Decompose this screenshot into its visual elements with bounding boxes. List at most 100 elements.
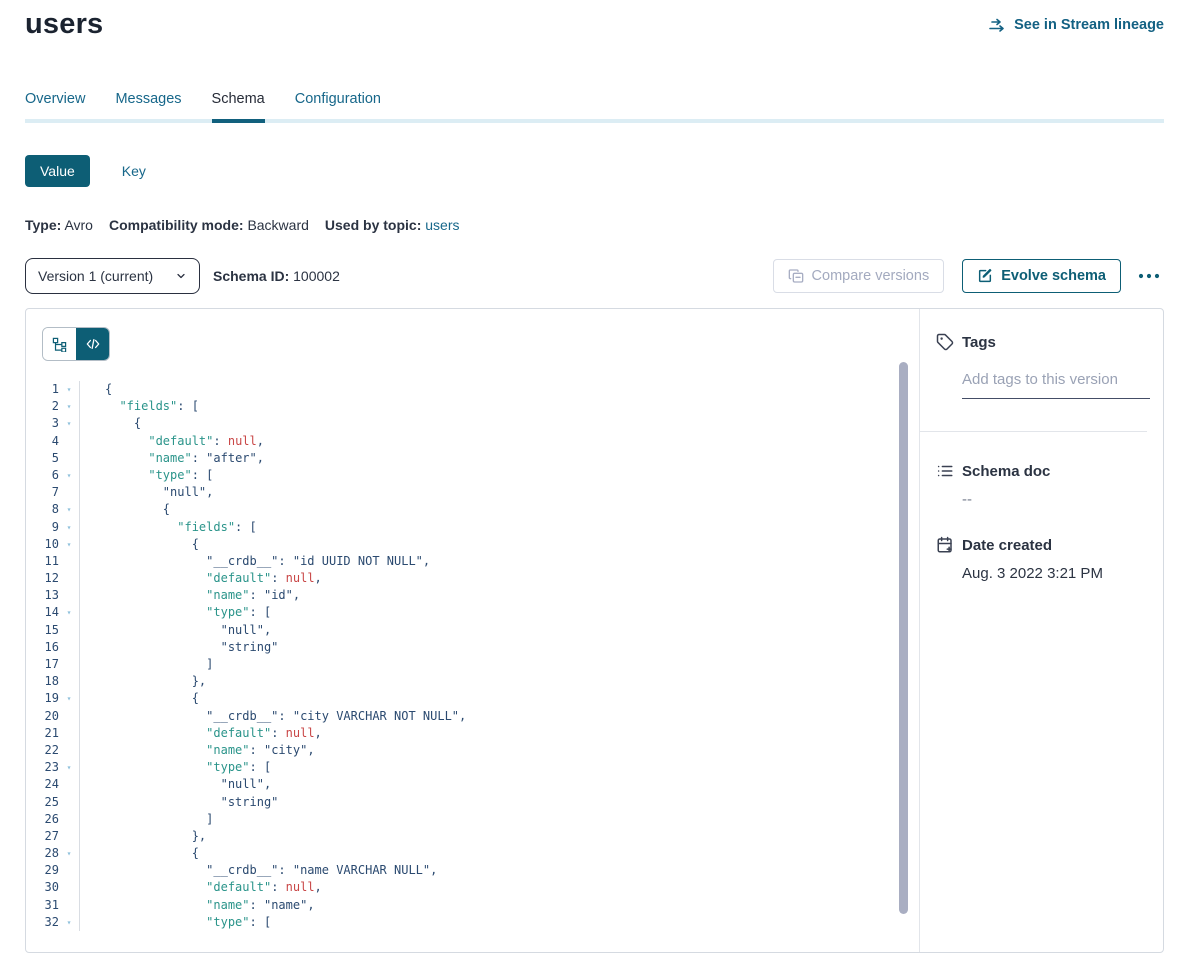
fold-toggle-icon[interactable]: ▾ [59,501,79,518]
tab-overview[interactable]: Overview [25,85,85,119]
tags-heading-row: Tags [936,333,1147,351]
fold-spacer [59,433,79,450]
code-line: 2▾ "fields": [ [26,398,919,415]
code-text: ] [80,811,213,828]
more-options-button[interactable] [1134,269,1164,283]
code-text: "string" [80,794,278,811]
tab-schema[interactable]: Schema [212,85,265,119]
code-text: "null", [80,776,271,793]
code-line: 24 "null", [26,776,919,793]
fold-toggle-icon[interactable]: ▾ [59,690,79,707]
fold-toggle-icon[interactable]: ▾ [59,415,79,432]
schema-doc-heading-row: Schema doc [936,462,1147,480]
value-key-segmented: Value Key [25,155,1164,187]
code-line: 10▾ { [26,536,919,553]
line-number: 7 [26,484,59,501]
fold-toggle-icon[interactable]: ▾ [59,467,79,484]
line-number: 16 [26,639,59,656]
code-text: { [80,501,170,518]
code-line: 9▾ "fields": [ [26,519,919,536]
line-number: 27 [26,828,59,845]
fold-toggle-icon[interactable]: ▾ [59,398,79,415]
line-number: 28 [26,845,59,862]
fold-spacer [59,587,79,604]
fold-toggle-icon[interactable]: ▾ [59,381,79,398]
fold-toggle-icon[interactable]: ▾ [59,845,79,862]
code-line: 20 "__crdb__": "city VARCHAR NOT NULL", [26,708,919,725]
schema-id: Schema ID: 100002 [213,268,340,284]
tags-input[interactable] [962,371,1150,399]
fold-toggle-icon[interactable]: ▾ [59,519,79,536]
fold-spacer [59,484,79,501]
line-number: 29 [26,862,59,879]
editor-scrollbar-thumb[interactable] [899,362,908,914]
code-text: "name": "name", [80,897,315,914]
tag-icon [936,333,954,351]
code-line: 31 "name": "name", [26,897,919,914]
compatibility-mode: Compatibility mode: Backward [109,217,309,233]
fold-toggle-icon[interactable]: ▾ [59,536,79,553]
line-number: 15 [26,622,59,639]
code-lines: 1▾{2▾ "fields": [3▾ {4 "default": null,5… [26,381,919,931]
code-line: 22 "name": "city", [26,742,919,759]
code-line: 14▾ "type": [ [26,604,919,621]
code-text: "default": null, [80,433,264,450]
line-number: 31 [26,897,59,914]
line-number: 5 [26,450,59,467]
line-number: 22 [26,742,59,759]
editor-view-toggle [42,327,110,361]
stream-lineage-icon [989,17,1007,33]
code-text: "name": "id", [80,587,300,604]
code-line: 1▾{ [26,381,919,398]
tab-messages[interactable]: Messages [115,85,181,119]
fold-toggle-icon[interactable]: ▾ [59,914,79,931]
tree-view-button[interactable] [43,328,76,360]
fold-toggle-icon[interactable]: ▾ [59,604,79,621]
code-text: }, [80,673,206,690]
code-text: "__crdb__": "city VARCHAR NOT NULL", [80,708,466,725]
compare-versions-button[interactable]: Compare versions [773,259,945,293]
fold-spacer [59,450,79,467]
line-number: 8 [26,501,59,518]
line-number: 6 [26,467,59,484]
code-line: 4 "default": null, [26,433,919,450]
line-number: 14 [26,604,59,621]
code-line: 16 "string" [26,639,919,656]
fold-spacer [59,725,79,742]
evolve-schema-button[interactable]: Evolve schema [962,259,1121,293]
stream-lineage-link[interactable]: See in Stream lineage [989,17,1164,33]
code-line: 7 "null", [26,484,919,501]
code-text: "name": "city", [80,742,315,759]
code-text: { [80,690,199,707]
tags-section: Tags [936,333,1147,399]
code-view-button[interactable] [76,328,109,360]
line-number: 24 [26,776,59,793]
key-tab-button[interactable]: Key [116,162,152,180]
topic-link[interactable]: users [425,217,459,233]
edit-icon [977,268,993,284]
used-by-topic: Used by topic: users [325,217,460,233]
code-text: "type": [ [80,604,271,621]
line-number: 9 [26,519,59,536]
tags-heading: Tags [962,334,996,351]
code-line: 3▾ { [26,415,919,432]
tab-configuration[interactable]: Configuration [295,85,381,119]
code-line: 26 ] [26,811,919,828]
code-text: "string" [80,639,278,656]
version-select[interactable]: Version 1 (current) [25,258,200,294]
line-number: 30 [26,879,59,896]
value-tab-button[interactable]: Value [25,155,90,187]
fold-spacer [59,673,79,690]
code-text: }, [80,828,206,845]
code-text: "default": null, [80,725,322,742]
code-line: 30 "default": null, [26,879,919,896]
code-line: 13 "name": "id", [26,587,919,604]
date-created-heading: Date created [962,537,1052,554]
code-line: 15 "null", [26,622,919,639]
chevron-down-icon [175,270,187,282]
code-line: 29 "__crdb__": "name VARCHAR NULL", [26,862,919,879]
code-line: 21 "default": null, [26,725,919,742]
code-line: 12 "default": null, [26,570,919,587]
fold-toggle-icon[interactable]: ▾ [59,759,79,776]
fold-spacer [59,570,79,587]
